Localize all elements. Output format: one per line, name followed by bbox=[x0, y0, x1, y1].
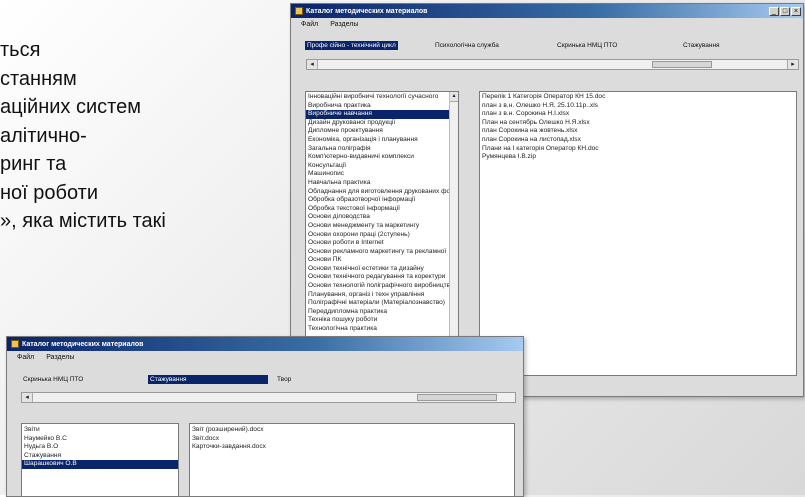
category-item[interactable]: Дипломне проектування bbox=[306, 127, 458, 136]
main-section-tabs: Профе сійно - технічний цикл Психологічн… bbox=[305, 41, 795, 52]
scroll-left-icon[interactable]: ◂ bbox=[307, 60, 318, 69]
category-item[interactable]: Основи роботи в Internet bbox=[306, 239, 458, 248]
second-section-tabs: Скринька НМЦ ПТО Стажування Твор bbox=[21, 375, 516, 386]
category-item[interactable]: Дизайн друкованої продукції bbox=[306, 119, 458, 128]
slide-line: ться bbox=[0, 39, 41, 61]
scroll-right-icon[interactable]: ▸ bbox=[787, 60, 798, 69]
tab-nmc-box[interactable]: Скринька НМЦ ПТО bbox=[555, 41, 619, 50]
person-item[interactable]: Нудьга В.О bbox=[22, 443, 178, 452]
category-item[interactable]: Виробниче навчання bbox=[306, 110, 458, 119]
file-list[interactable]: Перелік 1 Категорія Оператор КН 15.doc пл… bbox=[479, 91, 797, 376]
menu-file[interactable]: Файл bbox=[17, 354, 34, 361]
second-window-titlebar[interactable]: Каталог методических материалов bbox=[7, 337, 523, 351]
category-item[interactable]: Переддипломна практика bbox=[306, 308, 458, 317]
window-controls: _ □ × bbox=[769, 6, 801, 16]
close-icon[interactable]: × bbox=[791, 6, 801, 16]
category-item[interactable]: Економіка, організація і планування bbox=[306, 136, 458, 145]
category-item[interactable]: Машинопис bbox=[306, 170, 458, 179]
second-catalog-window: Каталог методических материалов Файл Раз… bbox=[6, 336, 524, 497]
file-item[interactable]: Карточки-завдання.docx bbox=[190, 443, 514, 452]
slide-line: ринг та bbox=[0, 153, 67, 175]
category-item[interactable]: Основи діловодства bbox=[306, 213, 458, 222]
category-item[interactable]: Обробка образотворчої інформації bbox=[306, 196, 458, 205]
category-item[interactable]: Основи технічного редагування та коректу… bbox=[306, 273, 458, 282]
file-item[interactable]: План на сентябрь Олешко Н.Я.xlsx bbox=[480, 119, 796, 128]
tab-nmc-box[interactable]: Скринька НМЦ ПТО bbox=[21, 375, 85, 384]
file-item[interactable]: план Сорокина на листопад.xlsx bbox=[480, 136, 796, 145]
tab-professional-cycle[interactable]: Профе сійно - технічний цикл bbox=[305, 41, 398, 50]
category-item[interactable]: Комп'ютерно-видавничі комплекси bbox=[306, 153, 458, 162]
category-item[interactable]: Основи рекламного маркетингу та рекламно… bbox=[306, 248, 458, 257]
category-item[interactable]: Інноваційні виробничі технології сучасно… bbox=[306, 93, 458, 102]
tab-internship[interactable]: Стажування bbox=[148, 375, 268, 384]
slide-line: алітично- bbox=[0, 124, 87, 147]
scroll-thumb[interactable] bbox=[652, 61, 712, 68]
tab-psych-service[interactable]: Психологічна служба bbox=[433, 41, 501, 50]
tabs-horizontal-scrollbar[interactable]: ◂ ▸ bbox=[306, 59, 799, 70]
slide-line: ної роботи bbox=[0, 181, 98, 204]
category-item[interactable]: Обладнання для виготовлення друкованих ф… bbox=[306, 188, 458, 197]
tab-creative[interactable]: Твор bbox=[275, 375, 293, 384]
main-menubar: Файл Разделы bbox=[291, 18, 803, 31]
category-item[interactable]: Основи технічної естетики та дизайну bbox=[306, 265, 458, 274]
category-item[interactable]: Загальна поліграфія bbox=[306, 145, 458, 154]
file-item[interactable]: план Сорокина на жовтень.xlsx bbox=[480, 127, 796, 136]
second-window-title: Каталог методических материалов bbox=[22, 340, 144, 348]
slide-text: ться станням аційних систем алітично- ри… bbox=[0, 36, 290, 236]
file-item[interactable]: Плани на І категорія Оператор КН.doc bbox=[480, 145, 796, 154]
second-menubar: Файл Разделы bbox=[7, 351, 523, 364]
maximize-icon[interactable]: □ bbox=[780, 6, 790, 16]
category-item[interactable]: Консультації bbox=[306, 162, 458, 171]
category-item[interactable]: Техніка пошуку роботи bbox=[306, 316, 458, 325]
file-item[interactable]: Перелік 1 Категорія Оператор КН 15.doc bbox=[480, 93, 796, 102]
scroll-left-icon[interactable]: ◂ bbox=[22, 393, 33, 402]
category-item[interactable]: Планування, організ і техн управління bbox=[306, 291, 458, 300]
category-item[interactable]: Обробка текстової інформації bbox=[306, 205, 458, 214]
file-item[interactable]: Звіт.docx bbox=[190, 435, 514, 444]
category-list-scrollbar[interactable]: ▴ ▾ bbox=[449, 92, 458, 375]
main-window-titlebar[interactable]: Каталог методических материалов _ □ × bbox=[291, 4, 803, 18]
slide-line: », яка містить такі bbox=[0, 210, 166, 232]
slide-line: аційних систем bbox=[0, 96, 141, 118]
scroll-thumb[interactable] bbox=[417, 394, 497, 401]
file-item[interactable]: план з в.н. Олешко Н.Я. 25.10.11р..xls bbox=[480, 102, 796, 111]
person-item[interactable]: Шарашкович О.В bbox=[22, 460, 178, 469]
app-icon bbox=[295, 7, 303, 15]
menu-file[interactable]: Файл bbox=[301, 21, 318, 28]
category-item[interactable]: Технологічна практика bbox=[306, 325, 458, 334]
person-item[interactable]: Стажування bbox=[22, 452, 178, 461]
second-tabs-scrollbar[interactable]: ◂ bbox=[21, 392, 516, 403]
second-file-list[interactable]: Звіт (розширений).docx Звіт.docx Карточки-… bbox=[189, 423, 515, 496]
slide-line: станням bbox=[0, 67, 77, 90]
minimize-icon[interactable]: _ bbox=[769, 6, 779, 16]
category-item[interactable]: Виробнича практика bbox=[306, 102, 458, 111]
scroll-up-icon[interactable]: ▴ bbox=[450, 92, 458, 102]
category-item[interactable]: Основи охорони праці (2ступень) bbox=[306, 231, 458, 240]
category-item[interactable]: Основи технологій поліграфічного виробни… bbox=[306, 282, 458, 291]
category-item[interactable]: Основи менеджменту та маркетингу bbox=[306, 222, 458, 231]
app-icon bbox=[11, 340, 19, 348]
category-item[interactable]: Поліграфічні матеріали (Матеріалознавств… bbox=[306, 299, 458, 308]
category-item[interactable]: Основи ПК bbox=[306, 256, 458, 265]
person-item[interactable]: Наумейко В.С bbox=[22, 435, 178, 444]
file-item[interactable]: план з в.н. Сорокина Н.І.xlsx bbox=[480, 110, 796, 119]
people-list[interactable]: Звіти Наумейко В.С Нудьга В.О Стажування Шар… bbox=[21, 423, 179, 496]
tab-internship[interactable]: Стажування bbox=[681, 41, 722, 50]
category-list[interactable]: Інноваційні виробничі технології сучасно… bbox=[305, 91, 459, 376]
file-item[interactable]: Румянцева І.В.zip bbox=[480, 153, 796, 162]
person-item[interactable]: Звіти bbox=[22, 426, 178, 435]
menu-sections[interactable]: Разделы bbox=[330, 21, 358, 28]
menu-sections[interactable]: Разделы bbox=[46, 354, 74, 361]
file-item[interactable]: Звіт (розширений).docx bbox=[190, 426, 514, 435]
main-window-title: Каталог методических материалов bbox=[306, 7, 428, 15]
category-item[interactable]: Навчальна практика bbox=[306, 179, 458, 188]
